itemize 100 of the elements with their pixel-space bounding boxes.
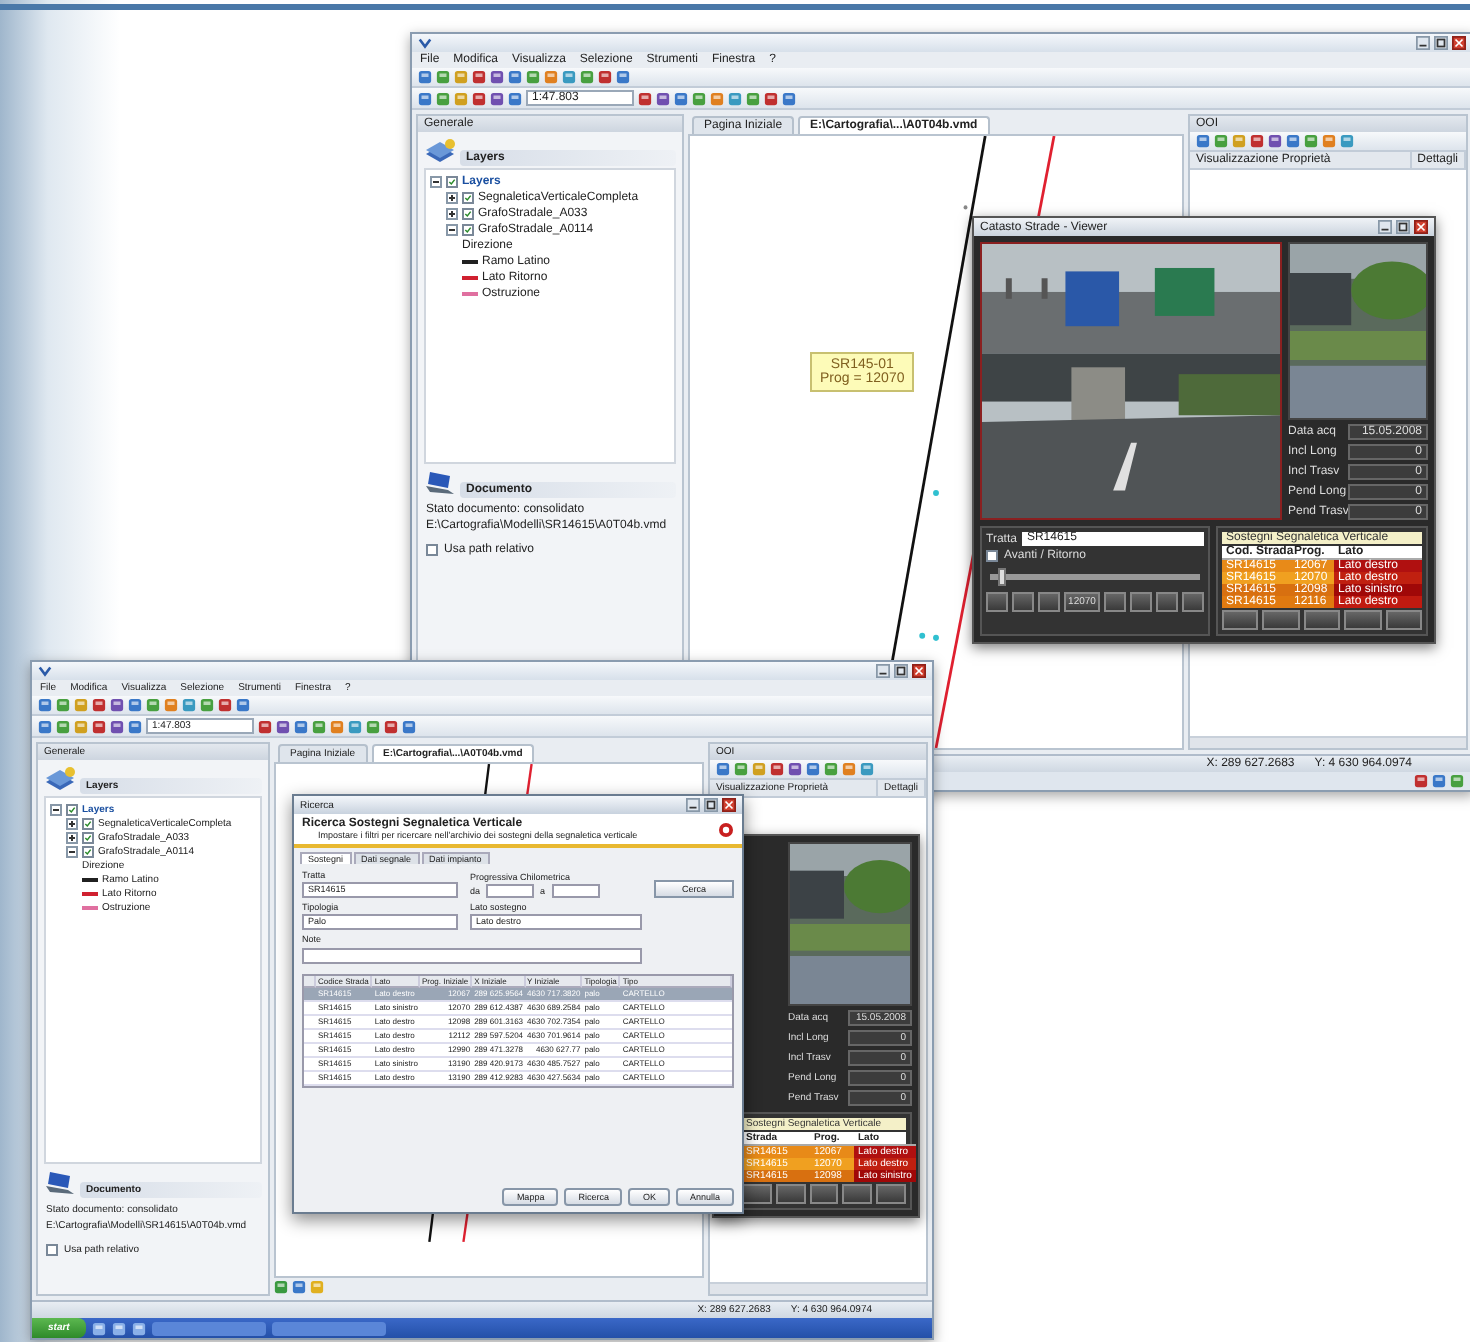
tool-button[interactable] [842,1184,873,1204]
toolbar-icon[interactable] [258,719,272,733]
toolbar-icon[interactable] [164,698,178,712]
checkbox[interactable] [426,544,438,556]
toolbar-icon[interactable] [1250,134,1264,148]
toolbar-icon[interactable] [824,762,838,776]
collapse-icon[interactable] [50,803,62,815]
toolbar-icon[interactable] [638,91,652,105]
toolbar-icon[interactable] [402,719,416,733]
toolbar-icon[interactable] [490,70,504,84]
toolbar-icon[interactable] [236,698,250,712]
toolbar-icon[interactable] [598,70,612,84]
tool-button[interactable] [775,1184,806,1204]
minimize-icon[interactable] [876,664,890,678]
minimize-icon[interactable] [686,798,700,812]
toolbar-icon[interactable] [526,70,540,84]
launch-icon[interactable] [111,1321,126,1335]
expand-icon[interactable] [446,208,458,220]
close-icon[interactable] [1452,36,1466,50]
toolbar-icon[interactable] [312,719,326,733]
checkbox[interactable] [46,1244,58,1256]
checkbox[interactable] [986,550,998,562]
tray-icon[interactable] [1450,774,1464,788]
toolbar-icon[interactable] [1268,134,1282,148]
tool-button[interactable] [809,1184,839,1204]
toolbar-icon[interactable] [366,719,380,733]
tray-icon[interactable] [1414,774,1428,788]
toolbar-icon[interactable] [508,70,522,84]
toolbar-icon[interactable] [1322,134,1336,148]
maximize-icon[interactable] [704,798,718,812]
toolbar-icon[interactable] [842,762,856,776]
toolbar-icon[interactable] [56,719,70,733]
collapse-icon[interactable] [66,845,78,857]
collapse-icon[interactable] [430,176,442,188]
nav-button[interactable] [1129,592,1152,612]
tray-icon[interactable] [1432,774,1446,788]
checkbox[interactable] [82,817,94,829]
toolbar-icon[interactable] [544,70,558,84]
nav-button[interactable] [986,592,1009,612]
tool-button[interactable] [1303,610,1341,630]
toolbar-icon[interactable] [436,91,450,105]
toolbar-icon[interactable] [218,698,232,712]
toolbar-icon[interactable] [562,70,576,84]
toolbar-icon[interactable] [806,762,820,776]
collapse-icon[interactable] [446,224,458,236]
toolbar-icon[interactable] [1304,134,1318,148]
close-icon[interactable] [1414,220,1428,234]
toolbar-icon[interactable] [674,91,688,105]
expand-icon[interactable] [66,831,78,843]
toolbar-icon[interactable] [330,719,344,733]
checkbox[interactable] [82,831,94,843]
launch-icon[interactable] [131,1321,146,1335]
toolbar-icon[interactable] [110,719,124,733]
toolbar-icon[interactable] [716,762,730,776]
toolbar-icon[interactable] [1196,134,1210,148]
toolbar-icon[interactable] [764,91,778,105]
checkbox[interactable] [462,208,474,220]
toolbar-icon[interactable] [1286,134,1300,148]
nav-button[interactable] [1012,592,1035,612]
launch-icon[interactable] [91,1321,106,1335]
tool-button[interactable] [1262,610,1300,630]
expand-icon[interactable] [446,192,458,204]
toolbar-icon[interactable] [490,91,504,105]
nav-button[interactable] [1103,592,1126,612]
toolbar-icon[interactable] [92,719,106,733]
input-field[interactable] [551,884,600,898]
toolbar-icon[interactable] [276,719,290,733]
toolbar-icon[interactable] [128,698,142,712]
tool-button[interactable] [1344,610,1382,630]
toolbar-icon[interactable] [728,91,742,105]
toolbar-icon[interactable] [38,719,52,733]
toolbar-icon[interactable] [92,698,106,712]
nav-button[interactable] [1038,592,1061,612]
nav-button[interactable] [1182,592,1205,612]
toolbar-icon[interactable] [384,719,398,733]
tool-icon[interactable] [292,1280,306,1294]
nav-button[interactable] [1155,592,1178,612]
toolbar-icon[interactable] [200,698,214,712]
toolbar-icon[interactable] [1340,134,1354,148]
toolbar-icon[interactable] [182,698,196,712]
toolbar-icon[interactable] [128,719,142,733]
toolbar-icon[interactable] [1214,134,1228,148]
minimize-icon[interactable] [1378,220,1392,234]
slider-thumb[interactable] [998,568,1007,586]
toolbar-icon[interactable] [734,762,748,776]
tool-button[interactable] [1385,610,1423,630]
toolbar-icon[interactable] [616,70,630,84]
toolbar-icon[interactable] [746,91,760,105]
tool-button[interactable] [876,1184,906,1204]
toolbar-icon[interactable] [418,70,432,84]
toolbar-icon[interactable] [436,70,450,84]
toolbar-icon[interactable] [692,91,706,105]
checkbox[interactable] [462,192,474,204]
checkbox[interactable] [66,803,78,815]
checkbox[interactable] [446,176,458,188]
toolbar-icon[interactable] [656,91,670,105]
tool-button[interactable] [1222,610,1259,630]
expand-icon[interactable] [66,817,78,829]
tool-button[interactable] [742,1184,772,1204]
toolbar-icon[interactable] [418,91,432,105]
